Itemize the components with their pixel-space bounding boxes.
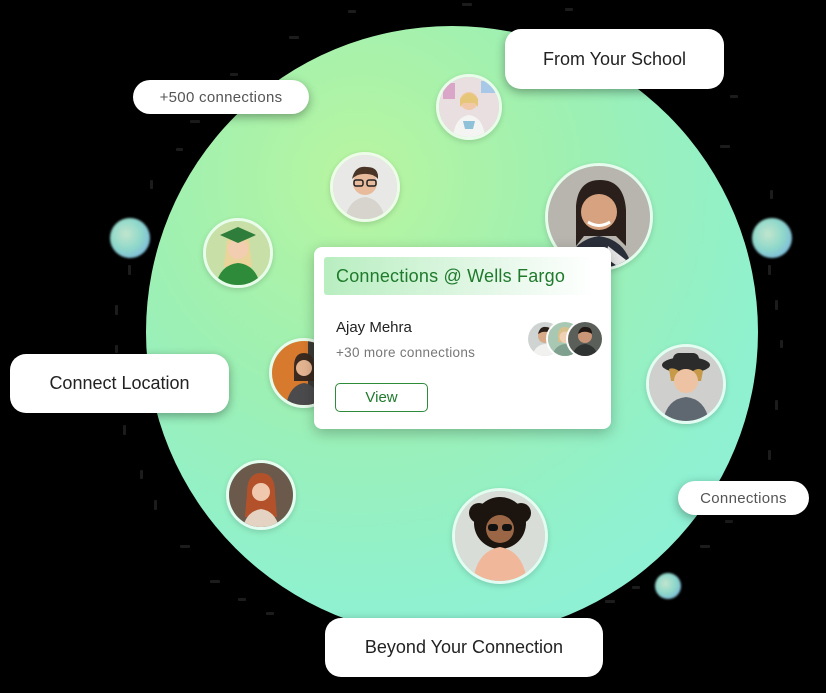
glow-orb (110, 218, 150, 258)
from-your-school-text: From Your School (542, 48, 687, 69)
glow-orb (655, 573, 681, 599)
mini-avatar (566, 320, 604, 358)
connect-location-text: Connect Location (49, 373, 190, 393)
connections-badge: Connections (678, 481, 809, 515)
more-connections-text: +30 more connections (336, 345, 476, 360)
network-illustration: From Your School +500 connections Connec… (0, 0, 826, 693)
avatar-woman-sunglasses[interactable] (452, 488, 548, 584)
contact-name: Ajay Mehra (336, 319, 412, 336)
avatar-young-man-hat[interactable] (646, 344, 726, 424)
company-connections-card: Connections @ Wells Fargo Ajay Mehra +30… (314, 247, 611, 429)
beyond-connection-label: Beyond Your Connection (325, 618, 603, 677)
avatar-woman-redhead[interactable] (226, 460, 296, 530)
from-your-school-label: From Your School (505, 29, 724, 89)
connections-count-text: +500 connections (159, 88, 283, 106)
beyond-connection-text: Beyond Your Connection (364, 637, 564, 657)
avatar-stack (526, 320, 604, 358)
avatar-man-glasses[interactable] (330, 152, 400, 222)
card-title: Connections @ Wells Fargo (324, 257, 595, 295)
connect-location-label: Connect Location (10, 354, 229, 413)
glow-orb (752, 218, 792, 258)
avatar-woman-blonde-classroom[interactable] (436, 74, 502, 140)
connections-count-badge: +500 connections (133, 80, 309, 114)
connections-text: Connections (700, 489, 787, 507)
avatar-graduate-woman[interactable] (203, 218, 273, 288)
view-button[interactable]: View (335, 383, 428, 412)
